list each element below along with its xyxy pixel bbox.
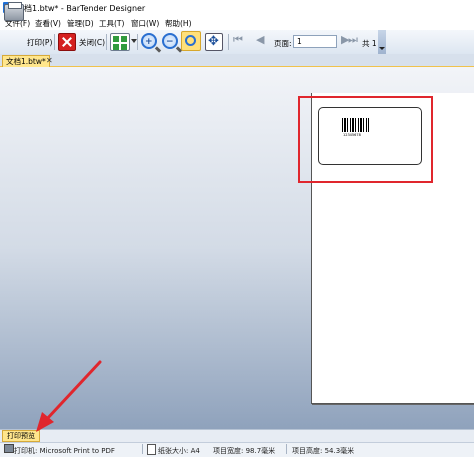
toolbar-overflow-button[interactable] [378,30,386,54]
document-tab[interactable]: 文档1.btw* [2,55,50,67]
tab-print-preview[interactable]: 打印预览 [2,430,40,442]
menu-tools[interactable]: 工具(T) [99,18,124,29]
status-printer: 打印机: Microsoft Print to PDF [14,447,115,455]
toolbar-divider [54,34,55,50]
zoom-in-icon[interactable]: + [141,33,157,49]
toolbar-divider [137,34,138,50]
status-item-height: 项目高度: 54.3毫米 [292,447,355,455]
printer-icon [4,444,14,453]
menu-manage[interactable]: 管理(D) [67,18,94,29]
close-button[interactable]: 关闭(C) [79,33,105,51]
status-divider [286,444,287,454]
last-page-icon[interactable]: ⏭ [348,33,358,47]
page-input[interactable]: 1 [293,35,337,48]
title-bar: 文档1.btw* - BarTender Designer [0,0,474,16]
prev-page-icon[interactable]: ◀ [256,33,264,47]
zoom-fit-icon[interactable] [181,31,201,51]
paper-icon [147,444,156,455]
document-tab-strip [0,54,474,67]
print-icon[interactable] [4,2,24,21]
highlight-box [298,96,433,183]
zoom-full-icon[interactable] [205,33,223,51]
tab-close-icon[interactable]: ✕ [46,55,53,66]
toolbar-divider [106,34,107,50]
grid-icon[interactable] [110,33,130,51]
status-item-width: 项目宽度: 98.7毫米 [213,447,276,455]
close-icon[interactable] [58,33,76,51]
window-title: 文档1.btw* - BarTender Designer [16,4,146,13]
first-page-icon[interactable]: ⏮ [233,33,243,47]
toolbar-divider [228,34,229,50]
total-pages-label: 共 1 [362,39,377,48]
menu-window[interactable]: 窗口(W) [131,18,159,29]
print-button[interactable]: 打印(P) [27,33,52,51]
menu-help[interactable]: 帮助(H) [165,18,192,29]
status-divider [142,444,143,454]
menu-view[interactable]: 查看(V) [35,18,61,29]
zoom-out-icon[interactable]: − [162,33,178,49]
status-paper-size: 纸张大小: A4 [158,447,200,455]
page-label: 页面: [274,39,292,48]
menu-bar: 文件(F) 查看(V) 管理(D) 工具(T) 窗口(W) 帮助(H) [0,16,474,30]
view-tab-strip [0,429,474,443]
